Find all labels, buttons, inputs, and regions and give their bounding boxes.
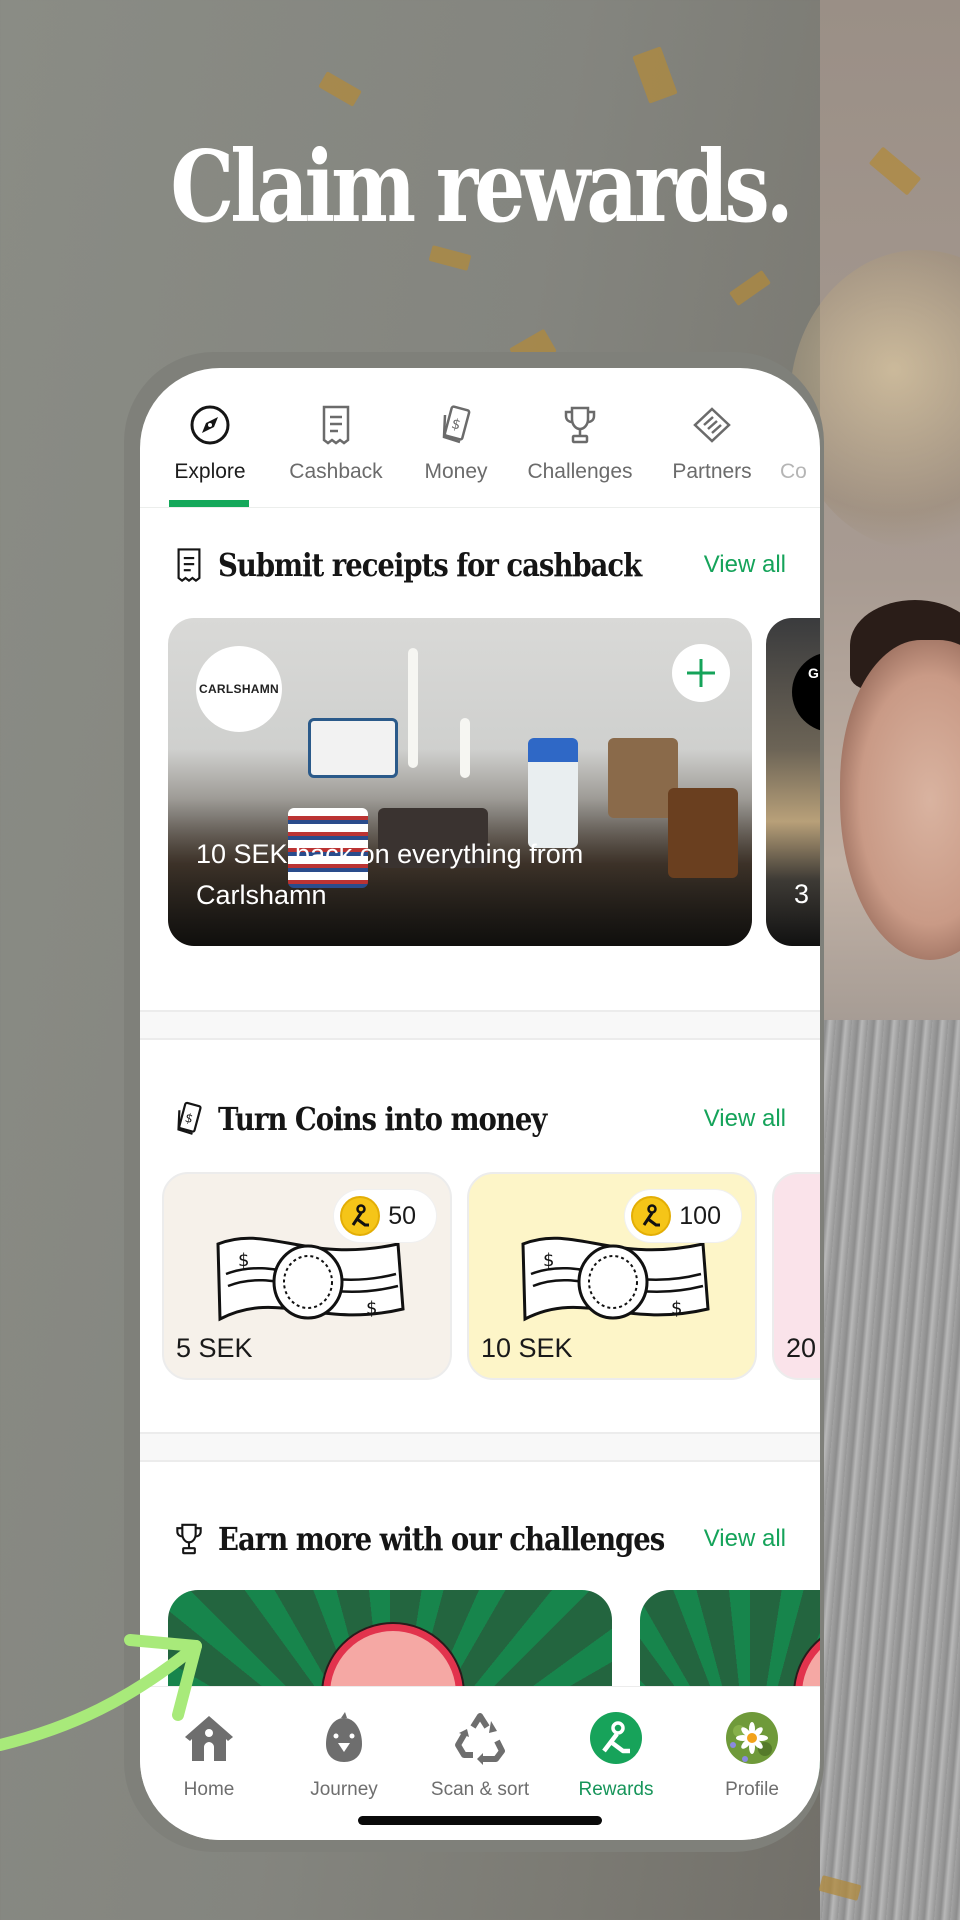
cashback-card-carlshamn[interactable]: CARLSHAMN 10 SEK back on everything from… — [168, 618, 752, 946]
money-amount: 5 SEK — [176, 1333, 253, 1363]
tab-label: Explore — [174, 460, 246, 483]
receipt-icon — [174, 545, 204, 585]
svg-text:$: $ — [366, 1298, 377, 1319]
cashback-section-header: Submit receipts for cashback View all — [174, 540, 814, 590]
handshake-icon — [660, 404, 764, 446]
money-amount: 10 SEK — [481, 1333, 573, 1363]
arrow-annotation — [0, 1634, 202, 1751]
tab-explore[interactable]: Explore — [165, 404, 255, 484]
svg-text:$: $ — [184, 1111, 195, 1127]
cashback-offer-title: 3 — [794, 879, 810, 909]
section-divider — [140, 1010, 820, 1040]
headline: Claim rewards. — [170, 130, 793, 245]
product-image — [528, 738, 578, 848]
brand-logo: CARLSHAMN — [196, 646, 282, 732]
section-title: Turn Coins into money — [218, 1100, 547, 1138]
money-card-5-sek[interactable]: $ $ 50 5 SEK — [162, 1172, 452, 1380]
svg-text:$: $ — [671, 1298, 682, 1319]
cashback-view-all-link[interactable]: View all — [704, 551, 786, 579]
coin-icon — [340, 1196, 381, 1236]
nav-label: Journey — [310, 1779, 378, 1800]
section-title: Earn more with our challenges — [218, 1520, 665, 1558]
confetti — [729, 269, 771, 307]
tab-partners[interactable]: Partners — [660, 404, 764, 484]
trophy-icon — [515, 404, 645, 446]
confetti — [428, 245, 472, 271]
coin-icon — [631, 1196, 672, 1236]
plus-icon — [687, 659, 715, 687]
add-cashback-button[interactable] — [672, 644, 730, 702]
nav-profile[interactable]: Profile — [684, 1711, 820, 1801]
product-image — [460, 718, 470, 778]
money-icon: $ — [408, 404, 504, 446]
trophy-icon — [174, 1519, 204, 1559]
cashback-offer-title: 10 SEK back on everything from Carlshamn — [196, 839, 584, 910]
receipt-icon — [276, 404, 396, 446]
active-tab-indicator — [169, 500, 249, 507]
nav-label: Rewards — [578, 1779, 654, 1800]
brand-logo: G M G — [792, 652, 820, 732]
avatar — [684, 1711, 820, 1765]
coin-price-badge: 100 — [625, 1190, 741, 1242]
challenges-section-header: Earn more with our challenges View all — [174, 1514, 814, 1564]
tab-challenges[interactable]: Challenges — [515, 404, 645, 484]
tab-money[interactable]: $ Money — [408, 404, 504, 484]
confetti — [318, 71, 362, 107]
tab-more[interactable]: Co — [780, 404, 820, 484]
nav-scan-sort[interactable]: Scan & sort — [412, 1711, 548, 1801]
cashback-card-next[interactable]: G M G 3 — [766, 618, 820, 946]
money-card-20-sek[interactable]: 20 — [772, 1172, 820, 1380]
nav-rewards[interactable]: Rewards — [548, 1711, 684, 1801]
money-icon: $ — [174, 1099, 204, 1139]
tab-label: Partners — [672, 460, 752, 483]
money-amount: 20 — [786, 1333, 817, 1363]
nav-journey[interactable]: Journey — [276, 1711, 412, 1801]
money-section-header: $ Turn Coins into money View all — [174, 1094, 814, 1144]
product-image — [308, 718, 398, 778]
nav-label: Home — [183, 1779, 235, 1800]
section-divider — [140, 1432, 820, 1462]
rewards-icon — [548, 1711, 684, 1765]
compass-icon — [165, 404, 255, 446]
background-person-dress — [820, 1020, 960, 1920]
money-view-all-link[interactable]: View all — [704, 1105, 786, 1133]
product-image — [668, 788, 738, 878]
confetti — [632, 46, 678, 104]
home-indicator — [358, 1816, 602, 1825]
coin-price: 100 — [679, 1201, 721, 1230]
svg-text:$: $ — [450, 416, 463, 434]
tab-cashback[interactable]: Cashback — [276, 404, 396, 484]
coin-price: 50 — [388, 1201, 416, 1230]
svg-text:$: $ — [238, 1250, 249, 1271]
svg-text:$: $ — [543, 1250, 554, 1271]
recycle-icon — [412, 1711, 548, 1765]
tab-label: Money — [424, 460, 488, 483]
coin-price-badge: 50 — [334, 1190, 436, 1242]
money-card-10-sek[interactable]: $ $ 100 10 SEK — [467, 1172, 757, 1380]
tab-label: Co — [780, 460, 807, 483]
nav-label: Scan & sort — [430, 1779, 530, 1800]
category-tabs: Explore Cashback $ Money Challenges Part… — [140, 368, 820, 508]
nav-label: Profile — [725, 1779, 779, 1800]
product-image — [408, 648, 418, 768]
tab-label: Cashback — [289, 460, 383, 483]
tab-label: Challenges — [527, 460, 633, 483]
section-title: Submit receipts for cashback — [218, 546, 642, 584]
bird-icon — [276, 1711, 412, 1765]
challenges-view-all-link[interactable]: View all — [704, 1525, 786, 1553]
phone-screen: Explore Cashback $ Money Challenges Part… — [140, 368, 820, 1840]
